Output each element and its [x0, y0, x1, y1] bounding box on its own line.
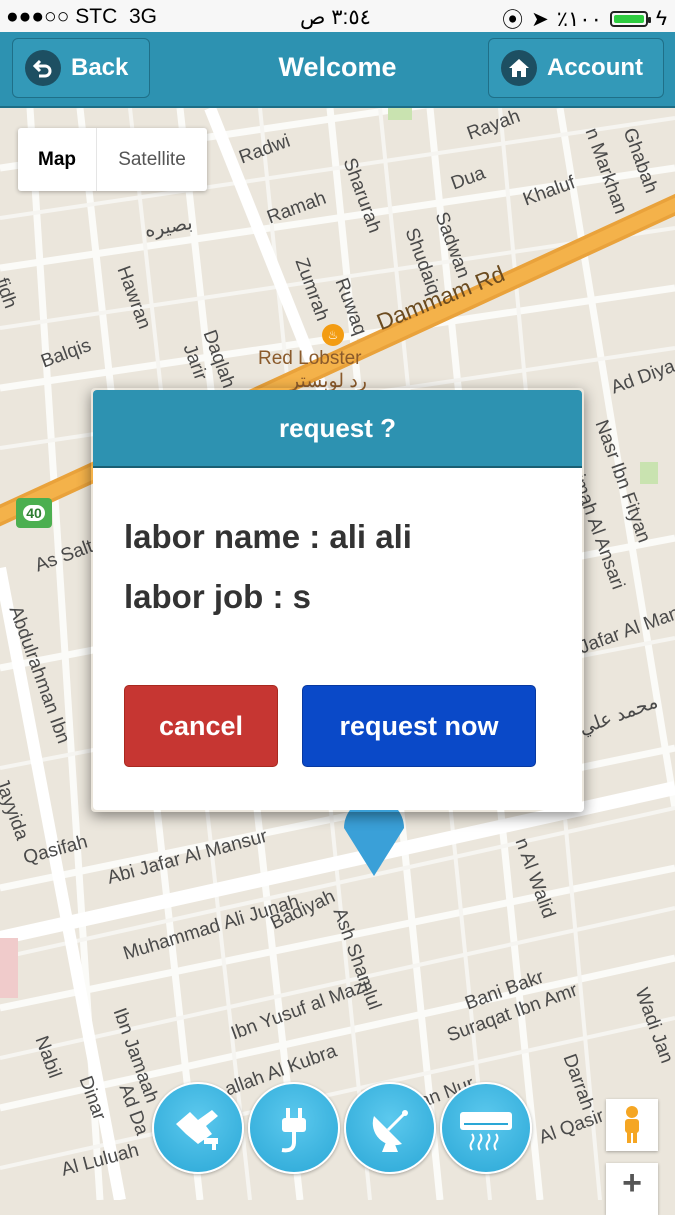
- tab-satellite[interactable]: Satellite: [97, 128, 207, 191]
- back-button[interactable]: Back: [12, 38, 150, 98]
- page-title: Welcome: [278, 52, 397, 82]
- back-label: Back: [71, 54, 129, 81]
- location-arrow-icon: ➤: [531, 7, 549, 31]
- rotation-lock-icon: ⦿: [502, 9, 524, 32]
- battery-icon: [609, 11, 651, 27]
- dialog-title: request ?: [93, 390, 582, 468]
- satellite-service-button[interactable]: [344, 1082, 436, 1174]
- status-icons: ⦿ ➤ ٪١٠٠ ϟ: [502, 4, 667, 34]
- restaurant-icon[interactable]: ♨: [322, 324, 344, 346]
- street-view-pegman-icon[interactable]: [606, 1099, 658, 1151]
- cancel-button[interactable]: cancel: [124, 685, 278, 767]
- air-conditioner-icon: [460, 1112, 512, 1151]
- network-type: 3G: [128, 5, 157, 28]
- signal-dots: ●●●○○: [6, 5, 70, 28]
- request-dialog: request ? labor name : ali ali labor job…: [93, 390, 582, 810]
- electrical-service-button[interactable]: [248, 1082, 340, 1174]
- ac-service-button[interactable]: [440, 1082, 532, 1174]
- battery-percent: ٪١٠٠: [556, 7, 602, 31]
- account-label: Account: [547, 54, 643, 81]
- plumbing-service-button[interactable]: [152, 1082, 244, 1174]
- request-now-button[interactable]: request now: [302, 685, 536, 767]
- poi-red-lobster[interactable]: Red Lobster: [258, 348, 362, 370]
- charging-icon: ϟ: [655, 7, 667, 30]
- route-number: 40: [23, 505, 45, 521]
- plumbing-icon: [176, 1110, 218, 1150]
- map-type-control: Map Satellite: [18, 128, 207, 191]
- account-button[interactable]: Account: [488, 38, 664, 98]
- tab-map[interactable]: Map: [18, 128, 97, 191]
- home-icon: [501, 50, 537, 86]
- clock: ٣:٥٤ ص: [300, 6, 371, 29]
- route-shield-icon: 40: [16, 498, 52, 528]
- nav-bar: Back Welcome Account: [0, 32, 675, 109]
- labor-job-text: labor job : s: [124, 578, 312, 615]
- satellite-dish-icon: [372, 1110, 408, 1152]
- status-bar: ●●●○○ STC 3G ٣:٥٤ ص ⦿ ➤ ٪١٠٠ ϟ: [0, 0, 675, 32]
- labor-name-text: labor name : ali ali: [124, 518, 412, 555]
- carrier-info: ●●●○○ STC 3G: [6, 5, 157, 29]
- plug-icon: [281, 1108, 306, 1153]
- carrier-name: STC: [75, 5, 118, 28]
- zoom-in-button[interactable]: +: [606, 1163, 658, 1215]
- back-arrow-icon: [25, 50, 61, 86]
